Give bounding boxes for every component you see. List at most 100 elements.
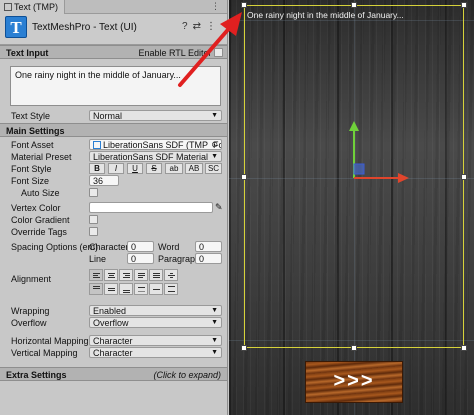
horizontal-mapping-dropdown[interactable]: Character ▼ bbox=[89, 335, 222, 346]
material-preset-dropdown[interactable]: LiberationSans SDF Material ▼ bbox=[89, 151, 222, 162]
override-tags-row: Override Tags bbox=[0, 226, 227, 238]
alignment-row: Alignment bbox=[0, 269, 227, 299]
paragraph-spacing-input[interactable]: 0 bbox=[195, 253, 222, 264]
font-asset-field[interactable]: LiberationSans SDF (TMP_Font ⊙ bbox=[89, 139, 222, 150]
color-gradient-label: Color Gradient bbox=[11, 215, 70, 225]
text-input-area[interactable]: One rainy night in the middle of January… bbox=[10, 66, 221, 106]
rect-handle-right[interactable] bbox=[461, 174, 467, 180]
gizmo-y-arrow-icon[interactable] bbox=[349, 121, 359, 131]
tab-menu-icons[interactable]: ⋮ bbox=[211, 1, 223, 12]
extra-settings-hint: (Click to expand) bbox=[153, 370, 221, 380]
main-settings-label: Main Settings bbox=[6, 126, 65, 136]
text-input-section[interactable]: Text Input Enable RTL Editor bbox=[0, 45, 227, 59]
material-preset-value: LiberationSans SDF Material bbox=[93, 152, 209, 162]
rect-handle-left[interactable] bbox=[241, 174, 247, 180]
preset-icon[interactable]: ⇄ bbox=[193, 21, 206, 32]
align-flush-button[interactable] bbox=[149, 269, 163, 281]
color-gradient-row: Color Gradient bbox=[0, 214, 227, 226]
align-center-button[interactable] bbox=[104, 269, 118, 281]
character-spacing-input[interactable]: 0 bbox=[127, 241, 154, 252]
dropdown-arrow-icon: ▼ bbox=[211, 337, 218, 344]
font-asset-label: Font Asset bbox=[11, 140, 54, 150]
main-settings-section[interactable]: Main Settings bbox=[0, 123, 227, 137]
word-spacing-input[interactable]: 0 bbox=[195, 241, 222, 252]
font-style-uppercase-button[interactable]: AB bbox=[185, 163, 203, 174]
vertex-color-swatch[interactable] bbox=[89, 202, 213, 213]
overflow-label: Overflow bbox=[11, 318, 47, 328]
scene-text-preview: One rainy night in the middle of January… bbox=[247, 10, 404, 20]
material-preset-label: Material Preset bbox=[11, 152, 72, 162]
vertex-color-row: Vertex Color ✎ bbox=[0, 202, 227, 214]
align-middle-button[interactable] bbox=[104, 283, 118, 295]
wrapping-dropdown[interactable]: Enabled ▼ bbox=[89, 305, 222, 316]
font-style-smallcaps-button[interactable]: SC bbox=[205, 163, 222, 174]
auto-size-checkbox[interactable] bbox=[89, 188, 98, 197]
spacing-row-2: Line 0 Paragraph 0 bbox=[0, 253, 227, 265]
align-bottom-button[interactable] bbox=[119, 283, 133, 295]
overflow-row: Overflow Overflow ▼ bbox=[0, 317, 227, 329]
align-midline-button[interactable] bbox=[149, 283, 163, 295]
vertical-mapping-row: Vertical Mapping Character ▼ bbox=[0, 347, 227, 359]
extra-settings-label: Extra Settings bbox=[6, 370, 67, 380]
wrapping-value: Enabled bbox=[93, 306, 127, 316]
scene-view[interactable]: One rainy night in the middle of January… bbox=[229, 0, 474, 415]
align-top-button[interactable] bbox=[89, 283, 103, 295]
rtl-editor-label: Enable RTL Editor bbox=[138, 48, 212, 58]
override-tags-label: Override Tags bbox=[11, 227, 67, 237]
gizmo-plane-handle[interactable] bbox=[353, 163, 365, 175]
font-style-italic-button[interactable]: I bbox=[108, 163, 124, 174]
align-left-button[interactable] bbox=[89, 269, 103, 281]
scene-button-sprite[interactable]: >>> bbox=[305, 361, 403, 403]
auto-size-label: Auto Size bbox=[21, 188, 60, 198]
eyedropper-icon[interactable]: ✎ bbox=[215, 202, 223, 213]
vertical-mapping-value: Character bbox=[93, 348, 133, 358]
font-asset-value: LiberationSans SDF (TMP_Font bbox=[103, 140, 222, 150]
rect-handle-top[interactable] bbox=[351, 2, 357, 8]
dropdown-arrow-icon: ▼ bbox=[211, 153, 218, 160]
component-header[interactable]: T TextMeshPro - Text (UI) ?⇄⋮ bbox=[0, 14, 227, 45]
align-baseline-button[interactable] bbox=[134, 283, 148, 295]
rect-handle-bottom-left[interactable] bbox=[241, 345, 247, 351]
color-gradient-checkbox[interactable] bbox=[89, 215, 98, 224]
alignment-label: Alignment bbox=[11, 274, 52, 284]
spacing-row-1: Spacing Options (em) Character 0 Word 0 bbox=[0, 241, 227, 253]
rtl-editor-checkbox[interactable] bbox=[214, 48, 223, 57]
extra-settings-section[interactable]: Extra Settings (Click to expand) bbox=[0, 367, 227, 381]
line-spacing-input[interactable]: 0 bbox=[127, 253, 154, 264]
align-justified-button[interactable] bbox=[134, 269, 148, 281]
align-right-button[interactable] bbox=[119, 269, 133, 281]
component-title: TextMeshPro - Text (UI) bbox=[32, 22, 137, 33]
font-size-input[interactable]: 36 bbox=[89, 175, 119, 186]
font-style-lowercase-button[interactable]: ab bbox=[165, 163, 183, 174]
wrapping-row: Wrapping Enabled ▼ bbox=[0, 305, 227, 317]
rect-handle-bottom[interactable] bbox=[351, 345, 357, 351]
rect-handle-top-right[interactable] bbox=[461, 2, 467, 8]
move-gizmo[interactable] bbox=[339, 118, 414, 188]
text-style-value: Normal bbox=[93, 111, 123, 121]
vertical-mapping-dropdown[interactable]: Character ▼ bbox=[89, 347, 222, 358]
align-capline-button[interactable] bbox=[164, 283, 178, 295]
text-style-label: Text Style bbox=[11, 111, 51, 121]
font-style-strikethrough-button[interactable]: S bbox=[146, 163, 162, 174]
overflow-dropdown[interactable]: Overflow ▼ bbox=[89, 317, 222, 328]
rtl-editor-control: Enable RTL Editor bbox=[138, 48, 223, 58]
rect-handle-top-left[interactable] bbox=[241, 2, 247, 8]
inspector-tab[interactable]: Text (TMP) bbox=[0, 0, 65, 14]
spacing-options-label: Spacing Options (em) bbox=[11, 242, 99, 252]
align-geometry-center-button[interactable] bbox=[164, 269, 178, 281]
rect-handle-bottom-right[interactable] bbox=[461, 345, 467, 351]
word-spacing-label: Word bbox=[158, 242, 180, 252]
dropdown-arrow-icon: ▼ bbox=[211, 307, 218, 314]
gizmo-x-arrow-icon[interactable] bbox=[398, 173, 409, 183]
inspector-tab-bar: Text (TMP) ⋮ bbox=[0, 0, 227, 14]
text-style-dropdown[interactable]: Normal ▼ bbox=[89, 110, 222, 121]
override-tags-checkbox[interactable] bbox=[89, 227, 98, 236]
character-spacing-label: Character bbox=[89, 242, 129, 252]
more-options-icon[interactable]: ⋮ bbox=[206, 21, 221, 32]
help-icon[interactable]: ? bbox=[182, 21, 193, 32]
font-style-bold-button[interactable]: B bbox=[89, 163, 105, 174]
object-picker-icon[interactable]: ⊙ bbox=[211, 140, 218, 149]
font-size-row: Font Size 36 bbox=[0, 175, 227, 187]
font-style-underline-button[interactable]: U bbox=[127, 163, 143, 174]
auto-size-row: Auto Size bbox=[0, 187, 227, 199]
